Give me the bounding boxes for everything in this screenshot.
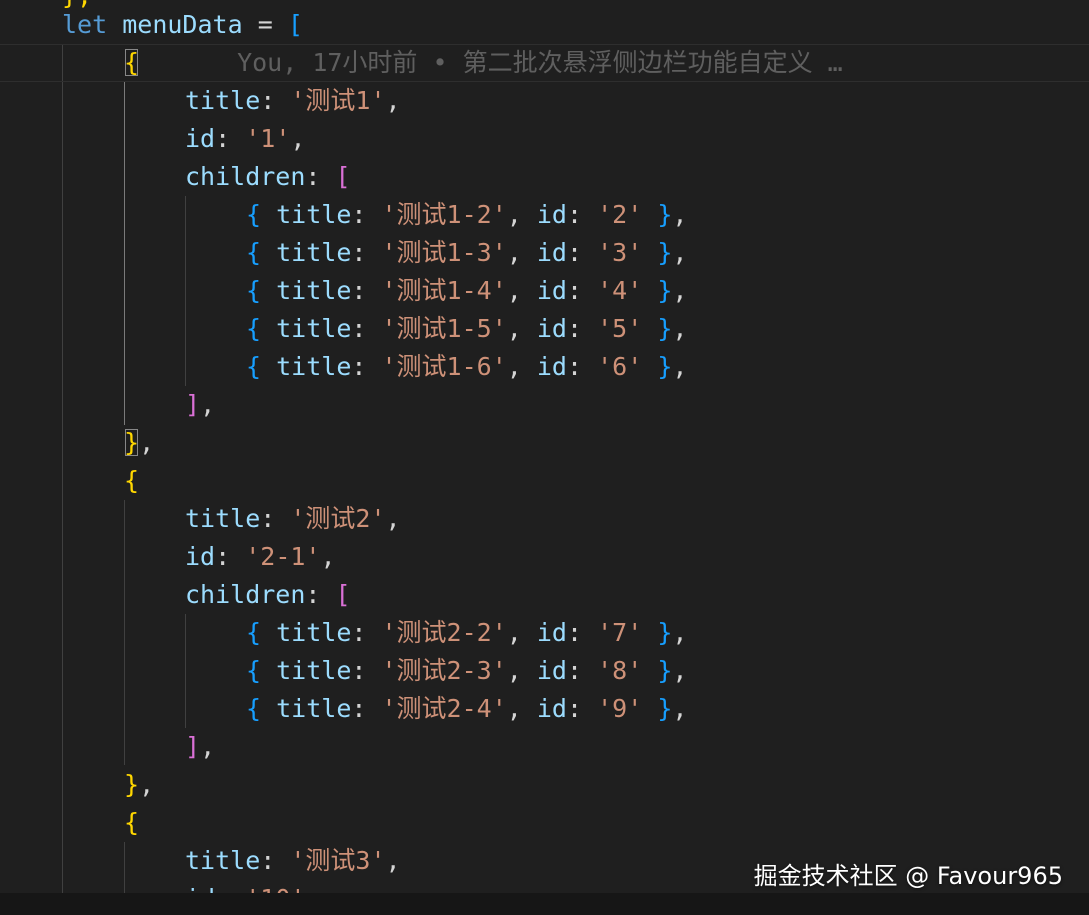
property-key: id — [536, 276, 567, 305]
code-line-active: { You, 17小时前 • 第二批次悬浮侧边栏功能自定义 … — [0, 44, 1089, 82]
property-key: title — [276, 352, 352, 381]
string-value: '测试2-3' — [381, 656, 507, 685]
code-line: }, — [124, 428, 155, 457]
code-line: title: '测试3', — [185, 846, 401, 875]
string-value: '测试2-2' — [381, 618, 507, 647]
property-key: title — [276, 200, 352, 229]
close-brace-matched: } — [124, 428, 140, 457]
indent-guide — [185, 196, 186, 386]
property-key: id — [185, 124, 216, 153]
open-brace-matched: { — [124, 48, 140, 77]
property-key: title — [185, 846, 261, 875]
git-blame-annotation[interactable]: You, 17小时前 • 第二批次悬浮侧边栏功能自定义 … — [237, 48, 843, 77]
property-key: title — [276, 238, 352, 267]
code-line: ], — [185, 390, 216, 419]
property-key: id — [536, 352, 567, 381]
indent-guide — [62, 44, 63, 893]
code-line: title: '测试1', — [185, 86, 401, 115]
string-value: '测试1-5' — [381, 314, 507, 343]
indent-guide — [124, 842, 125, 893]
code-line: { title: '测试1-6', id: '6' }, — [246, 352, 688, 381]
editor-bottom-edge — [0, 893, 1089, 915]
code-line: { title: '测试2-3', id: '8' }, — [246, 656, 688, 685]
indent-guide — [185, 614, 186, 728]
string-value: '测试2' — [290, 504, 386, 533]
property-key: id — [536, 618, 567, 647]
code-line: ], — [185, 732, 216, 761]
string-value: '测试1-2' — [381, 200, 507, 229]
string-value: '2-1' — [245, 542, 321, 571]
open-bracket: [ — [335, 162, 351, 191]
property-key: id — [536, 694, 567, 723]
string-value: '测试1-6' — [381, 352, 507, 381]
string-value: '2' — [597, 200, 643, 229]
code-line: { title: '测试1-2', id: '2' }, — [246, 200, 688, 229]
variable-name: menuData — [122, 10, 243, 39]
property-key: title — [276, 656, 352, 685]
property-key: id — [536, 200, 567, 229]
code-line: { — [124, 804, 139, 842]
string-value: '测试1-3' — [381, 238, 507, 267]
code-line: { title: '测试2-2', id: '7' }, — [246, 618, 688, 647]
code-line: { — [124, 462, 139, 500]
code-line: let menuData = [ — [62, 6, 303, 44]
open-bracket: [ — [335, 580, 351, 609]
indent-guide — [124, 500, 125, 765]
string-value: '3' — [597, 238, 643, 267]
open-brace: { — [124, 466, 140, 495]
string-value: '8' — [597, 656, 643, 685]
indent-guide-active — [124, 82, 125, 425]
close-brace: } — [124, 770, 140, 799]
string-value: '5' — [597, 314, 643, 343]
code-editor[interactable]: }, let menuData = [ { You, 17小时前 • 第二批次悬浮… — [0, 0, 1089, 915]
code-line: id: '2-1', — [185, 542, 336, 571]
open-brace: { — [124, 808, 140, 837]
property-key: id — [536, 238, 567, 267]
property-key: title — [276, 314, 352, 343]
assign-operator: = — [257, 10, 273, 39]
string-value: '测试1' — [290, 86, 386, 115]
property-key: title — [185, 504, 261, 533]
code-line: { title: '测试1-4', id: '4' }, — [246, 276, 688, 305]
code-line: children: [ — [185, 580, 351, 609]
close-bracket: ] — [185, 390, 201, 419]
property-key: title — [185, 86, 261, 115]
open-bracket: [ — [287, 10, 303, 39]
property-key: title — [276, 276, 352, 305]
code-line: children: [ — [185, 162, 351, 191]
code-line: { title: '测试1-3', id: '3' }, — [246, 238, 688, 267]
property-key: id — [536, 656, 567, 685]
property-key: title — [276, 694, 352, 723]
watermark: 掘金技术社区 @ Favour965 — [753, 862, 1063, 890]
string-value: '测试2-4' — [381, 694, 507, 723]
string-value: '1' — [245, 124, 291, 153]
property-key: title — [276, 618, 352, 647]
code-line: id: '1', — [185, 124, 306, 153]
string-value: '9' — [597, 694, 643, 723]
string-value: '4' — [597, 276, 643, 305]
code-line: }, — [124, 770, 155, 799]
close-bracket: ] — [185, 732, 201, 761]
property-key: id — [185, 542, 216, 571]
code-line: { title: '测试2-4', id: '9' }, — [246, 694, 688, 723]
property-key: children — [185, 580, 306, 609]
code-line: { title: '测试1-5', id: '5' }, — [246, 314, 688, 343]
string-value: '测试1-4' — [381, 276, 507, 305]
property-key: id — [536, 314, 567, 343]
string-value: '7' — [597, 618, 643, 647]
string-value: '测试3' — [290, 846, 386, 875]
code-line: title: '测试2', — [185, 504, 401, 533]
property-key: children — [185, 162, 306, 191]
string-value: '6' — [597, 352, 643, 381]
keyword-let: let — [62, 10, 108, 39]
